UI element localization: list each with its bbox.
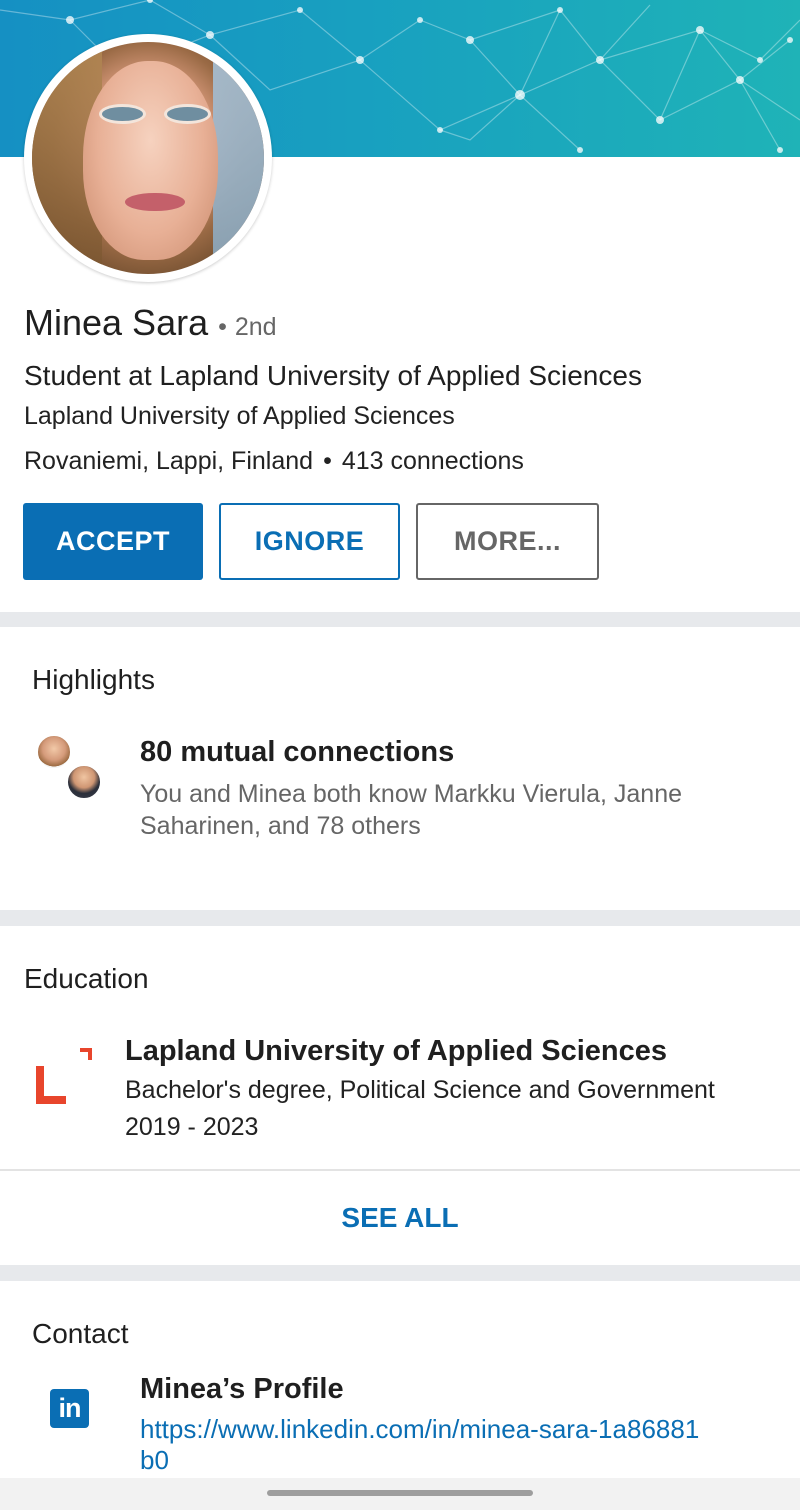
- profile-headline: Student at Lapland University of Applied…: [24, 360, 642, 391]
- see-all-button[interactable]: SEE ALL: [0, 1172, 800, 1264]
- lapland-logo-icon: [36, 1048, 92, 1104]
- section-divider: [0, 1265, 800, 1281]
- home-indicator[interactable]: [267, 1490, 533, 1496]
- profile-school: Lapland University of Applied Sciences: [24, 402, 455, 430]
- profile-name: Minea Sara: [24, 302, 209, 343]
- section-divider: [0, 910, 800, 926]
- profile-avatar[interactable]: [24, 34, 272, 282]
- mutual-avatar: [36, 734, 72, 770]
- profile-location-row: Rovaniemi, Lappi, Finland • 413 connection…: [24, 447, 524, 476]
- section-divider: [0, 612, 800, 627]
- mutual-avatar: [66, 764, 102, 800]
- mutual-connections-avatars[interactable]: [36, 734, 106, 806]
- mutual-connections-description: You and Minea both know Markku Vierula, …: [140, 780, 683, 840]
- ignore-button[interactable]: IGNORE: [219, 503, 400, 580]
- profile-location: Rovaniemi, Lappi, Finland: [24, 447, 314, 475]
- school-logo[interactable]: [34, 1044, 96, 1108]
- connection-degree-label: 2nd: [234, 313, 277, 341]
- education-degree: Bachelor's degree, Political Science and…: [125, 1076, 715, 1104]
- profile-connections[interactable]: 413 connections: [342, 447, 524, 475]
- contact-title: Contact: [32, 1318, 129, 1349]
- profile-photo: [32, 42, 264, 274]
- dot-separator-icon: •: [323, 447, 332, 475]
- education-title: Education: [24, 963, 149, 994]
- accept-button[interactable]: ACCEPT: [23, 503, 203, 580]
- linkedin-icon: in: [50, 1389, 89, 1428]
- education-years: 2019 - 2023: [125, 1113, 259, 1141]
- education-school-name[interactable]: Lapland University of Applied Sciences: [125, 1035, 667, 1068]
- highlights-title: Highlights: [32, 664, 155, 695]
- connection-degree: • 2nd: [218, 313, 276, 342]
- divider: [0, 1169, 800, 1171]
- contact-profile-label: Minea’s Profile: [140, 1373, 344, 1405]
- more-button[interactable]: MORE...: [416, 503, 599, 580]
- mutual-connections-title[interactable]: 80 mutual connections: [140, 736, 454, 769]
- profile-name-row: Minea Sara • 2nd: [24, 302, 277, 344]
- dot-separator-icon: •: [218, 313, 227, 341]
- contact-profile-link[interactable]: https://www.linkedin.com/in/minea-sara-1…: [140, 1414, 700, 1476]
